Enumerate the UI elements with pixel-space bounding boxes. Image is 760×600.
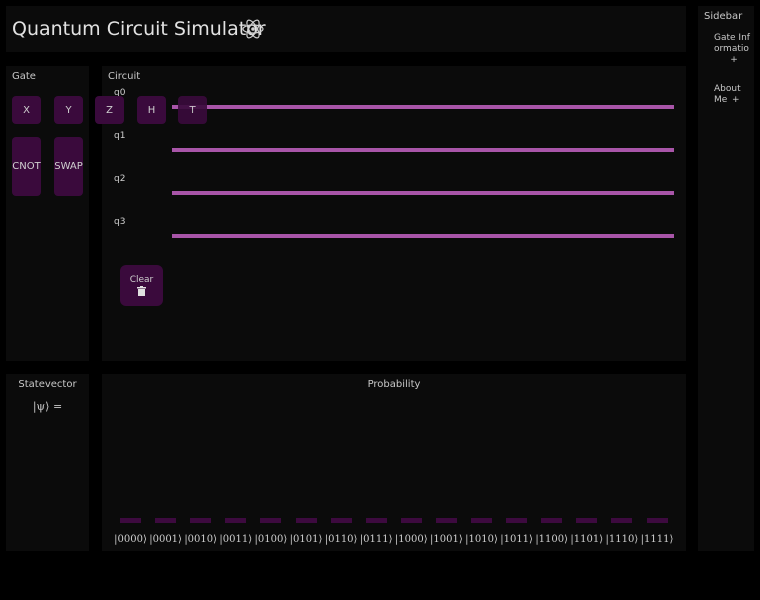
basis-state-label: |0111⟩ [359, 534, 393, 545]
clear-button[interactable]: Clear [120, 265, 163, 306]
probability-bar [120, 518, 141, 523]
probability-panel: Probability |0000⟩ |0001⟩ |0010⟩ |0011⟩ |010… [102, 374, 686, 551]
gate-z-button[interactable]: Z [95, 96, 124, 124]
probability-bar [295, 518, 317, 523]
sidebar-item-label: Gate Informatio [714, 33, 750, 54]
sidebar-title: Sidebar [704, 11, 743, 22]
basis-state-label: |1100⟩ [535, 534, 569, 545]
statevector-title: Statevector [18, 379, 77, 390]
basis-state-label: |1101⟩ [570, 534, 604, 545]
probability-bar [506, 518, 528, 523]
probability-bar [365, 518, 387, 523]
basis-state-label: |1111⟩ [640, 534, 674, 545]
probability-bar [471, 518, 492, 523]
gate-y-button[interactable]: Y [54, 96, 83, 124]
basis-state-label: |1001⟩ [430, 534, 463, 545]
basis-state-label: |0110⟩ [324, 534, 358, 545]
probability-bar [330, 518, 352, 523]
gate-panel: Gate X Y CNOT SWAP [6, 66, 89, 361]
basis-state-label: |0010⟩ [184, 534, 218, 545]
probability-bar [646, 518, 668, 523]
statevector-panel: Statevector |ψ⟩ = [6, 374, 89, 551]
gate-swap-button[interactable]: SWAP [54, 137, 83, 196]
probability-bar [435, 518, 457, 523]
basis-state-label: |1011⟩ [500, 534, 533, 545]
probability-bar [225, 518, 247, 523]
gate-panel-title: Gate [12, 71, 36, 82]
basis-state-label: |0001⟩ [149, 534, 182, 545]
probability-bar [260, 518, 282, 523]
qubit-wire-q3[interactable] [172, 234, 674, 238]
trash-icon [137, 286, 146, 296]
probability-bar [541, 518, 563, 523]
basis-state-label: |1110⟩ [605, 534, 639, 545]
basis-state-label: |1000⟩ [394, 534, 428, 545]
sidebar: Sidebar Gate Informatio + About Me + [698, 6, 754, 551]
qubit-label-q2: q2 [114, 174, 126, 184]
probability-bar [400, 518, 422, 523]
gate-cnot-button[interactable]: CNOT [12, 137, 41, 196]
gate-t-button[interactable]: T [178, 96, 207, 124]
basis-state-label: |0000⟩ [114, 534, 147, 545]
probability-bar [155, 518, 177, 523]
sidebar-item-gate-information[interactable]: Gate Informatio + [714, 33, 754, 66]
basis-state-label: |1010⟩ [465, 534, 498, 545]
circuit-panel-title: Circuit [108, 71, 141, 82]
expand-icon[interactable]: + [714, 55, 754, 66]
qubit-label-q3: q3 [114, 217, 126, 227]
probability-bar [611, 518, 633, 523]
qubit-wire-q2[interactable] [172, 191, 674, 195]
probability-title: Probability [367, 379, 421, 390]
page-title: Quantum Circuit Simulator [12, 18, 266, 40]
qubit-wire-q1[interactable] [172, 148, 674, 152]
qubit-wire-q0[interactable] [172, 105, 674, 109]
gate-x-button[interactable]: X [12, 96, 41, 124]
basis-state-label: |0011⟩ [219, 534, 253, 545]
expand-icon[interactable]: + [732, 95, 740, 106]
qubit-label-q1: q1 [114, 131, 126, 141]
clear-label: Clear [129, 275, 154, 285]
basis-state-label: |0100⟩ [254, 534, 288, 545]
circuit-panel: Circuit q0 q1 q2 q3 Z H T Clear [95, 66, 686, 361]
atom-icon [242, 19, 264, 39]
probability-bar [576, 518, 598, 523]
header: Quantum Circuit Simulator [6, 6, 686, 52]
gate-h-button[interactable]: H [137, 96, 166, 124]
statevector-expression: |ψ⟩ = [32, 400, 63, 413]
sidebar-item-about-me[interactable]: About Me + [714, 84, 754, 106]
basis-state-label: |0101⟩ [289, 534, 323, 545]
probability-bar [190, 518, 212, 523]
